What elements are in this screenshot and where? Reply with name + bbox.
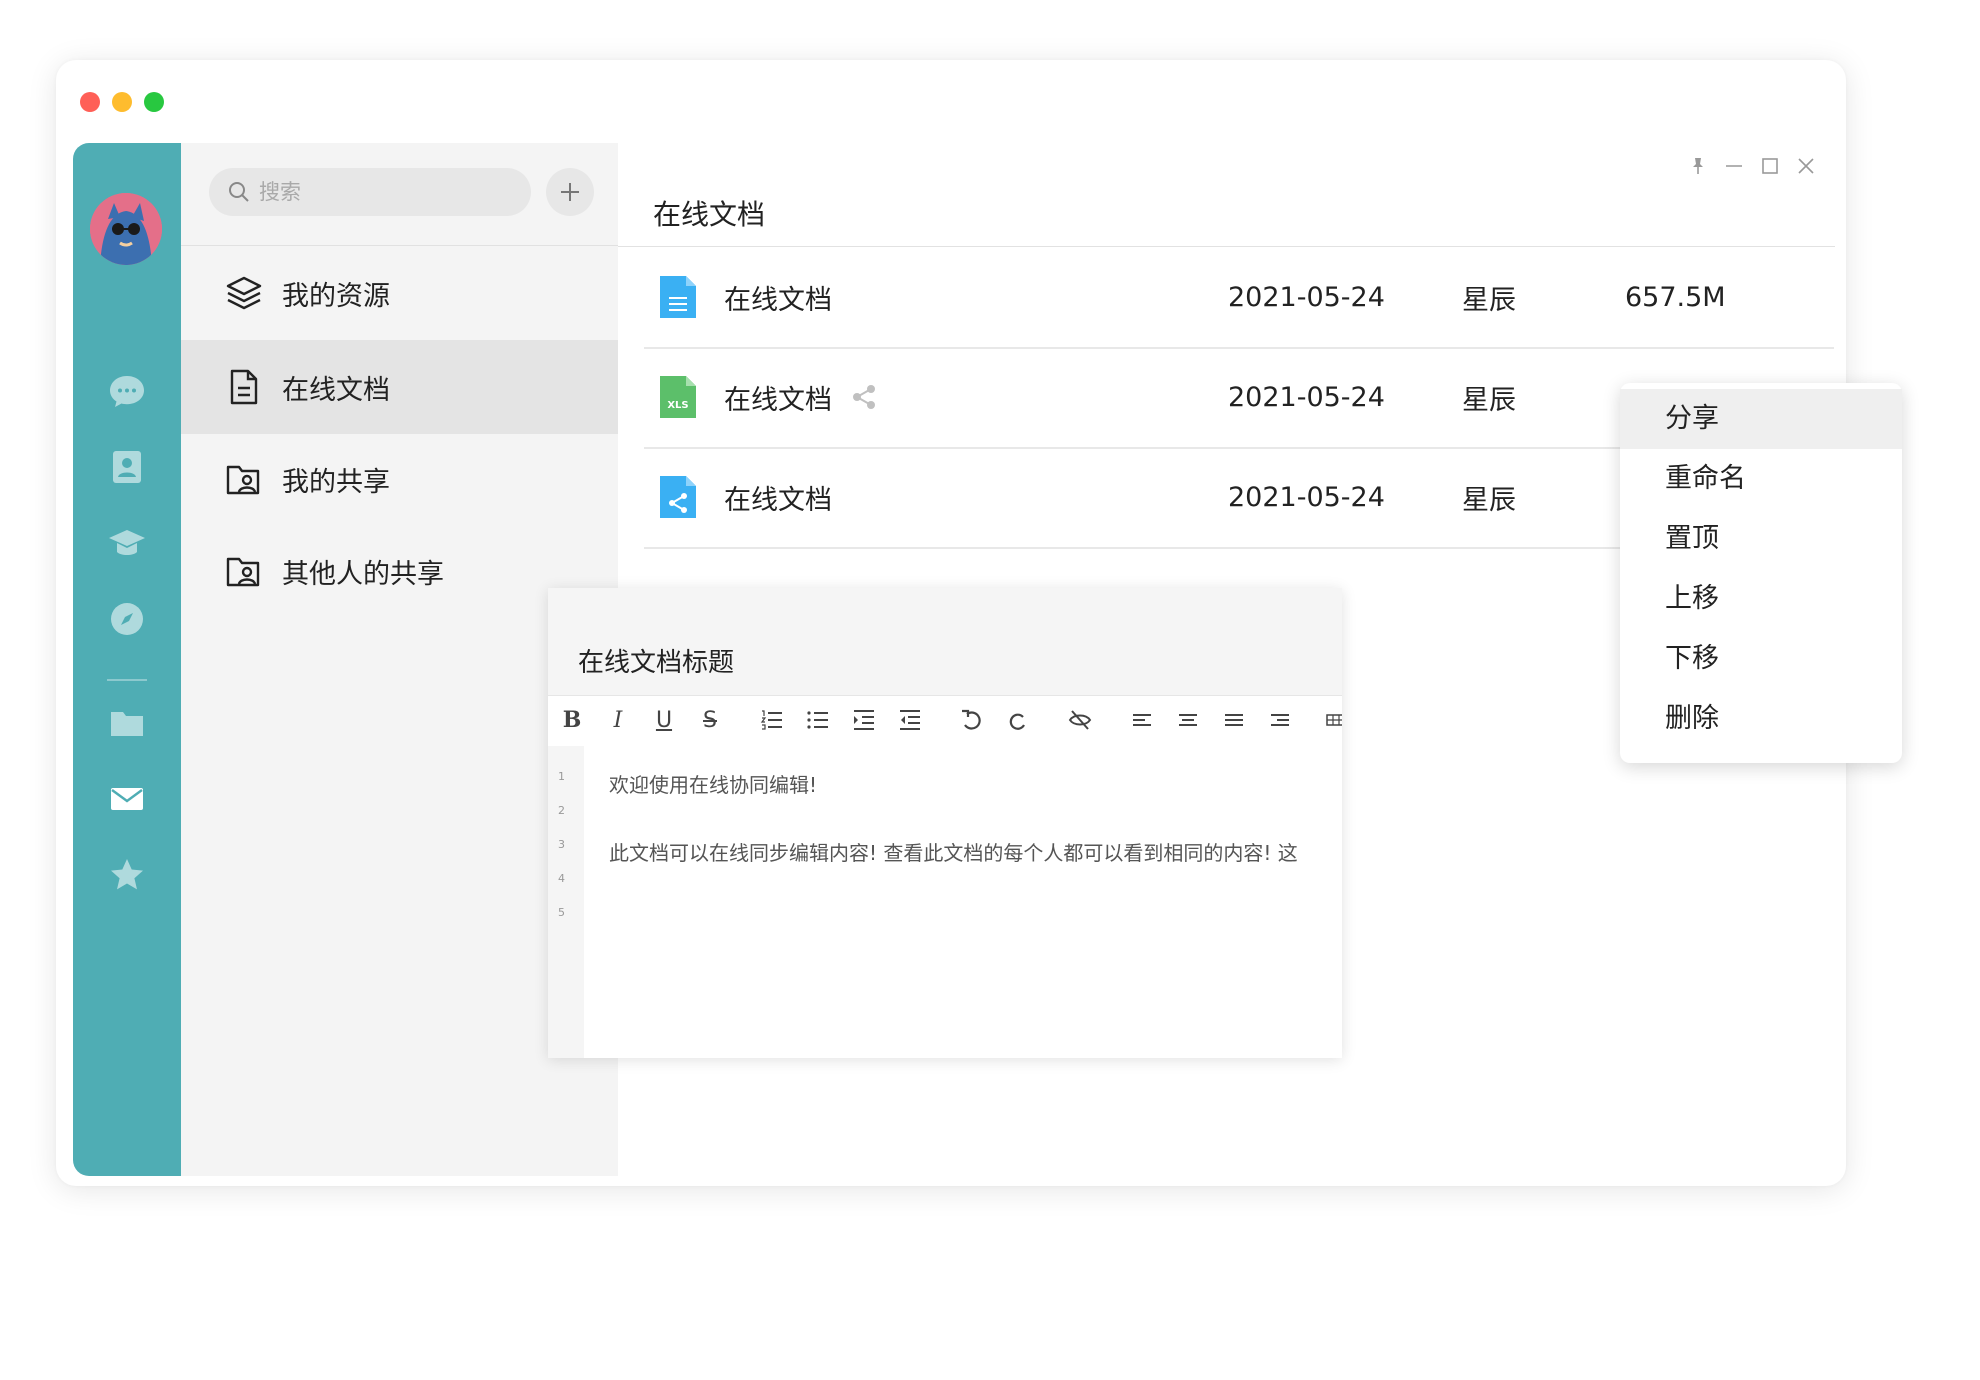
undo-icon[interactable] [956, 704, 988, 736]
file-owner: 星辰 [1462, 484, 1516, 516]
maximize-window-button[interactable] [144, 92, 164, 112]
sidebar-item-my-resources[interactable]: 我的资源 [181, 246, 618, 340]
italic-button[interactable]: I [602, 704, 634, 736]
doc-file-icon [660, 276, 696, 318]
editor-title: 在线文档标题 [578, 648, 735, 678]
line-number: 5 [558, 906, 565, 919]
search-box[interactable] [209, 168, 531, 216]
line-number: 4 [558, 872, 565, 885]
context-menu: 分享 重命名 置顶 上移 下移 删除 [1620, 383, 1902, 763]
close-window-button[interactable] [80, 92, 100, 112]
mail-icon[interactable] [107, 779, 147, 819]
rail-divider [107, 679, 147, 681]
sidebar-item-label: 其他人的共享 [282, 558, 444, 590]
file-owner: 星辰 [1462, 384, 1516, 416]
chat-icon[interactable] [107, 371, 147, 411]
underline-button[interactable]: U [648, 704, 680, 736]
unlink-icon[interactable] [1064, 704, 1096, 736]
menu-item-pin-top[interactable]: 置顶 [1620, 509, 1902, 569]
svg-text:XLS: XLS [667, 400, 688, 411]
xls-file-icon: XLS [660, 376, 696, 418]
shared-folder-icon [226, 465, 260, 495]
sidebar-item-label: 我的资源 [282, 280, 390, 312]
pin-icon[interactable] [1687, 155, 1709, 177]
editor-toolbar: B I U S [548, 696, 1342, 746]
outdent-icon[interactable] [894, 704, 926, 736]
table-icon[interactable] [1320, 704, 1342, 736]
file-size: 657.5M [1625, 281, 1726, 313]
file-owner: 星辰 [1462, 284, 1516, 316]
line-number: 1 [558, 770, 565, 783]
file-name: 在线文档 [724, 384, 832, 416]
align-right-icon[interactable] [1264, 704, 1296, 736]
line-number: 2 [558, 804, 565, 817]
plus-icon [561, 183, 579, 201]
search-input[interactable] [257, 179, 521, 205]
minimize-window-button[interactable] [112, 92, 132, 112]
menu-item-move-down[interactable]: 下移 [1620, 629, 1902, 689]
compass-icon[interactable] [107, 599, 147, 639]
close-icon[interactable] [1795, 155, 1817, 177]
minimize-icon[interactable] [1723, 155, 1745, 177]
align-center-icon[interactable] [1172, 704, 1204, 736]
page-title: 在线文档 [653, 198, 766, 231]
contacts-icon[interactable] [107, 447, 147, 487]
align-justify-icon[interactable] [1218, 704, 1250, 736]
menu-item-rename[interactable]: 重命名 [1620, 449, 1902, 509]
maximize-icon[interactable] [1759, 155, 1781, 177]
education-icon[interactable] [107, 523, 147, 563]
file-row[interactable]: 在线文档 2021-05-24 星辰 657.5M [644, 247, 1834, 349]
window-controls [80, 92, 164, 112]
file-date: 2021-05-24 [1228, 381, 1385, 413]
sidebar-item-online-docs[interactable]: 在线文档 [181, 340, 618, 434]
sidebar-item-label: 我的共享 [282, 466, 390, 498]
sidebar-item-label: 在线文档 [282, 374, 390, 406]
file-name: 在线文档 [724, 484, 832, 516]
ordered-list-icon[interactable] [756, 704, 788, 736]
strikethrough-button[interactable]: S [694, 704, 726, 736]
share-icon[interactable] [849, 382, 879, 412]
bullet-list-icon[interactable] [802, 704, 834, 736]
add-button[interactable] [546, 168, 594, 216]
indent-icon[interactable] [848, 704, 880, 736]
editor-line[interactable]: 此文档可以在线同步编辑内容! 查看此文档的每个人都可以看到相同的内容! 这 [609, 837, 1298, 866]
menu-item-delete[interactable]: 删除 [1620, 689, 1902, 749]
menu-item-move-up[interactable]: 上移 [1620, 569, 1902, 629]
shared-folder-icon [226, 557, 260, 587]
star-icon[interactable] [107, 855, 147, 895]
align-left-icon[interactable] [1126, 704, 1158, 736]
menu-item-share[interactable]: 分享 [1620, 389, 1902, 449]
panel-window-controls [1687, 155, 1817, 177]
document-icon [230, 369, 258, 405]
nav-rail [73, 143, 181, 1176]
folder-icon[interactable] [107, 703, 147, 743]
layers-icon [226, 276, 262, 310]
line-number-gutter: 1 2 3 4 5 [548, 746, 584, 1058]
file-name: 在线文档 [724, 284, 832, 316]
editor-line[interactable]: 欢迎使用在线协同编辑! [609, 769, 817, 798]
avatar[interactable] [90, 193, 162, 265]
file-date: 2021-05-24 [1228, 481, 1385, 513]
sidebar-item-my-shares[interactable]: 我的共享 [181, 432, 618, 526]
search-icon [229, 182, 249, 202]
bold-button[interactable]: B [556, 704, 588, 736]
document-editor: 在线文档标题 B I U S 1 2 3 4 5 欢迎使用在线协同编辑! 此文档… [548, 588, 1342, 1058]
editor-header: 在线文档标题 [548, 588, 1342, 696]
redo-icon[interactable] [1002, 704, 1034, 736]
shared-file-icon [660, 476, 696, 518]
line-number: 3 [558, 838, 565, 851]
file-date: 2021-05-24 [1228, 281, 1385, 313]
